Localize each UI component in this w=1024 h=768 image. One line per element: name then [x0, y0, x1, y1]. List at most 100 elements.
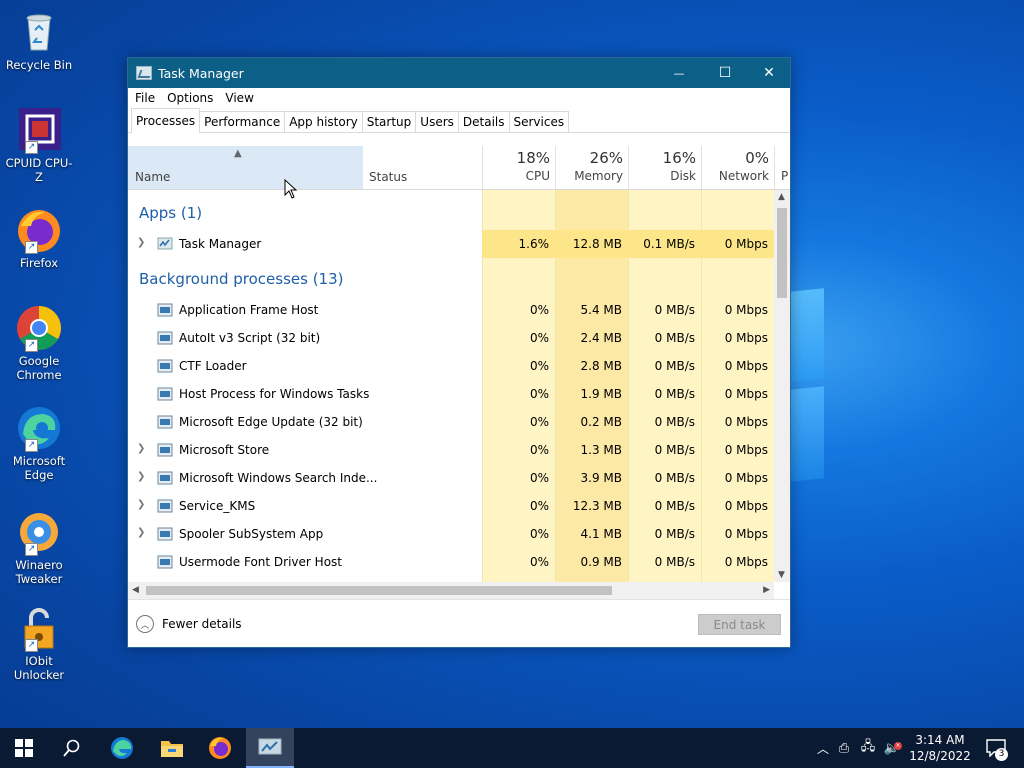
show-hidden-icons-chevron-icon[interactable]: ︿ — [814, 740, 832, 757]
font-driver-host-icon — [157, 554, 173, 570]
search-button[interactable] — [48, 728, 96, 768]
search-indexer-icon — [157, 470, 173, 486]
taskbar-edge[interactable] — [98, 728, 146, 768]
ctf-loader-icon — [157, 358, 173, 374]
taskbar-firefox[interactable] — [196, 728, 244, 768]
column-header-power-partial[interactable]: P — [774, 146, 790, 189]
cpuz-icon: ↗ — [15, 106, 63, 154]
close-button[interactable]: ✕ — [746, 58, 792, 88]
edge-icon: ↗ — [15, 404, 63, 452]
microsoft-store-icon — [157, 442, 173, 458]
table-row[interactable]: ❯ Spooler SubSystem App 0% 4.1 MB 0 MB/s 0 Mb… — [128, 520, 774, 548]
start-button[interactable] — [0, 728, 48, 768]
scroll-left-icon[interactable]: ◀ — [132, 585, 139, 595]
expand-chevron-icon[interactable]: ❯ — [137, 499, 145, 510]
chevron-up-icon: ︿ — [136, 615, 154, 633]
table-row[interactable]: ❯ Microsoft Store 0% 1.3 MB 0 MB/s 0 Mbps — [128, 436, 774, 464]
table-row[interactable]: Usermode Font Driver Host 0% 0.9 MB 0 MB/s 0… — [128, 548, 774, 576]
column-header-status[interactable]: Status — [369, 170, 407, 184]
menu-bar: File Options View — [128, 88, 790, 108]
group-header-background[interactable]: Background processes (13) — [139, 270, 344, 288]
window-title: Task Manager — [158, 65, 244, 81]
minimize-button[interactable]: — — [656, 58, 702, 88]
task-manager-window: Task Manager — ☐ ✕ File Options View Pro… — [127, 57, 791, 648]
table-row[interactable]: ❯ Microsoft Windows Search Inde... 0% 3.9 M… — [128, 464, 774, 492]
meet-now-icon[interactable]: ⎙ — [832, 741, 856, 756]
menu-file[interactable]: File — [135, 91, 155, 105]
winaero-tweaker-icon: ↗ — [15, 508, 63, 556]
edge-update-icon — [157, 414, 173, 430]
folder-icon — [161, 741, 183, 757]
desktop-icon-recycle-bin[interactable]: Recycle Bin — [4, 8, 74, 72]
horizontal-scrollbar[interactable]: ◀ ▶ — [128, 582, 774, 599]
end-task-button[interactable]: End task — [698, 614, 781, 635]
desktop-icon-iobit[interactable]: ↗ IObit Unlocker — [4, 604, 74, 682]
maximize-icon: ☐ — [718, 65, 732, 81]
expand-chevron-icon[interactable]: ❯ — [137, 527, 145, 538]
tab-app-history[interactable]: App history — [284, 111, 363, 132]
expand-chevron-icon[interactable]: ❯ — [137, 471, 145, 482]
mouse-cursor-icon — [284, 179, 298, 199]
horizontal-scroll-thumb[interactable] — [146, 586, 612, 595]
tab-performance[interactable]: Performance — [199, 111, 286, 132]
app-frame-host-icon — [157, 302, 173, 318]
iobit-unlocker-icon: ↗ — [15, 604, 63, 652]
column-header-memory[interactable]: 26% Memory — [555, 146, 629, 189]
table-row[interactable]: Application Frame Host 0% 5.4 MB 0 MB/s 0 Mb… — [128, 296, 774, 324]
table-row[interactable]: Host Process for Windows Tasks 0% 1.9 MB 0 … — [128, 380, 774, 408]
footer-bar: ︿ Fewer details End task — [128, 599, 790, 647]
process-list: Apps (1) ❯ Task Manager 1.6% 12.8 MB 0.1… — [128, 190, 774, 582]
scroll-up-icon[interactable]: ▲ — [778, 192, 785, 202]
taskbar-file-explorer[interactable] — [148, 728, 196, 768]
title-bar[interactable]: Task Manager — ☐ ✕ — [128, 58, 790, 88]
clock[interactable]: 3:14 AM 12/8/2022 — [907, 732, 973, 764]
edge-icon — [111, 737, 133, 759]
column-header-disk[interactable]: 16% Disk — [628, 146, 702, 189]
volume-muted-icon[interactable]: 🔈 × — [880, 741, 904, 756]
group-header-apps[interactable]: Apps (1) — [139, 204, 202, 222]
fewer-details-button[interactable]: ︿ Fewer details — [136, 615, 242, 633]
desktop-icon-cpuz[interactable]: ↗ CPUID CPU-Z — [4, 106, 74, 184]
clock-date: 12/8/2022 — [909, 749, 971, 763]
column-header-name[interactable]: ▲ Name — [128, 146, 363, 189]
expand-chevron-icon[interactable]: ❯ — [137, 443, 145, 454]
process-grid: ▲ Name Status 18% CPU 26% Memory 16% Dis… — [128, 146, 790, 599]
desktop-icon-firefox[interactable]: ↗ Firefox — [4, 206, 74, 270]
recycle-bin-icon — [15, 8, 63, 56]
expand-chevron-icon[interactable]: ❯ — [137, 237, 145, 248]
maximize-button[interactable]: ☐ — [702, 58, 748, 88]
system-tray: ︿ ⎙ 🖧 🔈 × — [814, 728, 904, 768]
task-manager-icon — [136, 66, 152, 80]
table-row[interactable]: CTF Loader 0% 2.8 MB 0 MB/s 0 Mbps — [128, 352, 774, 380]
desktop-icon-chrome[interactable]: ↗ Google Chrome — [4, 304, 74, 382]
menu-options[interactable]: Options — [167, 91, 213, 105]
tab-users[interactable]: Users — [415, 111, 459, 132]
desktop-icon-edge[interactable]: ↗ Microsoft Edge — [4, 404, 74, 482]
tab-details[interactable]: Details — [457, 111, 510, 132]
vertical-scrollbar[interactable]: ▲ ▼ — [774, 190, 790, 582]
scroll-right-icon[interactable]: ▶ — [763, 585, 770, 595]
table-row[interactable]: Microsoft Edge Update (32 bit) 0% 0.2 MB 0 … — [128, 408, 774, 436]
sort-ascending-icon: ▲ — [234, 148, 242, 159]
host-process-icon — [157, 386, 173, 402]
table-row[interactable]: ❯ Task Manager 1.6% 12.8 MB 0.1 MB/s 0 M… — [128, 230, 774, 258]
column-header-cpu[interactable]: 18% CPU — [482, 146, 556, 189]
menu-view[interactable]: View — [225, 91, 253, 105]
scroll-down-icon[interactable]: ▼ — [778, 570, 785, 580]
column-header-network[interactable]: 0% Network — [701, 146, 775, 189]
network-icon[interactable]: 🖧 — [856, 737, 880, 759]
vertical-scroll-thumb[interactable] — [777, 208, 787, 298]
table-row[interactable]: AutoIt v3 Script (32 bit) 0% 2.4 MB 0 MB/s 0… — [128, 324, 774, 352]
tab-services[interactable]: Services — [508, 111, 570, 132]
taskbar-task-manager[interactable] — [246, 728, 294, 768]
action-center-button[interactable]: 3 — [976, 728, 1016, 768]
tab-strip: Processes Performance App history Startu… — [128, 108, 790, 133]
notification-count-badge: 3 — [995, 748, 1008, 761]
table-row[interactable]: ❯ Service_KMS 0% 12.3 MB 0 MB/s 0 Mbps — [128, 492, 774, 520]
desktop-icon-winaero[interactable]: ↗ Winaero Tweaker — [4, 508, 74, 586]
tab-startup[interactable]: Startup — [361, 111, 417, 132]
clock-time: 3:14 AM — [915, 733, 965, 747]
muted-badge-icon: × — [894, 741, 902, 750]
chrome-icon: ↗ — [15, 304, 63, 352]
tab-processes[interactable]: Processes — [131, 108, 201, 133]
